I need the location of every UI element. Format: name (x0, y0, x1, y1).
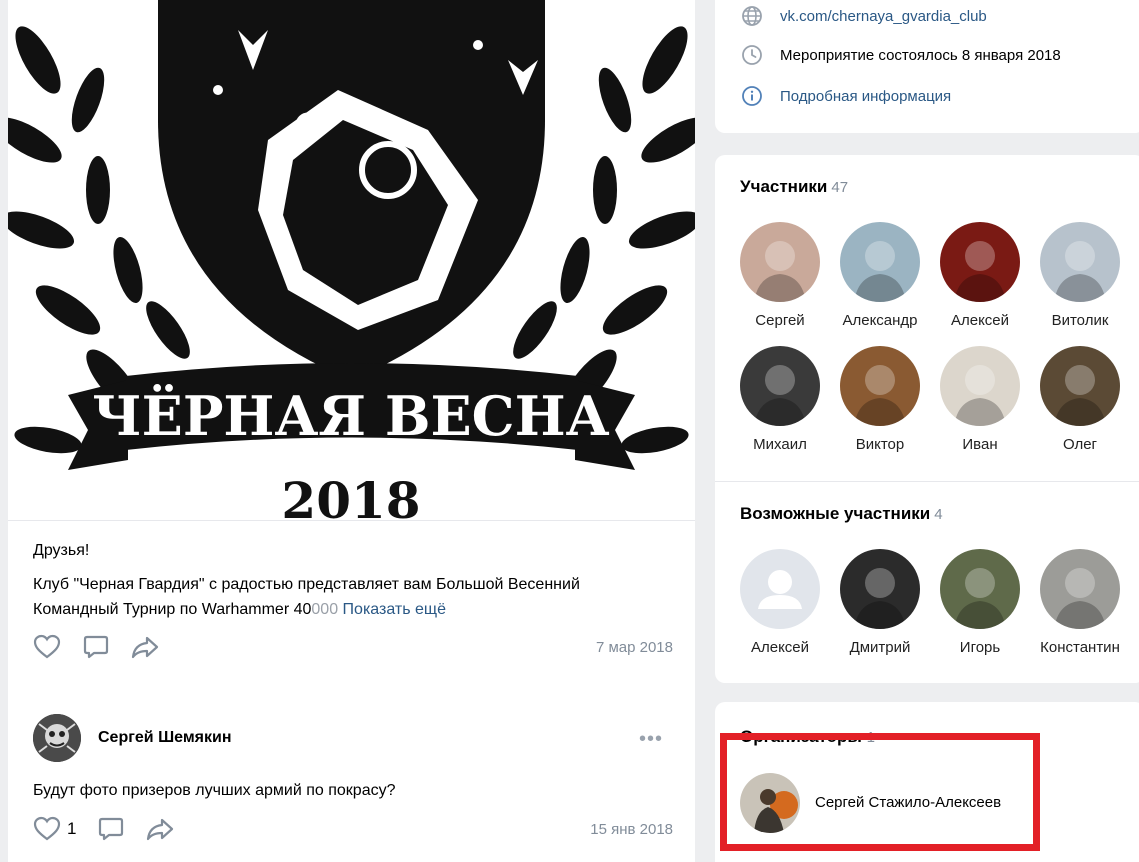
event-info-card: vk.com/chernaya_gvardia_club Мероприятие… (715, 0, 1139, 133)
member-avatar[interactable] (1040, 222, 1120, 302)
member-avatar[interactable] (940, 346, 1020, 426)
comment-icon (99, 817, 124, 841)
member-name: Сергей (755, 312, 805, 329)
member-item[interactable]: Михаил (730, 346, 830, 453)
post-text-line: Командный Турнир по Warhammer 40000 Пока… (33, 597, 673, 622)
info-row-link: vk.com/chernaya_gvardia_club (740, 4, 987, 28)
member-name: Виктор (855, 436, 905, 453)
share-icon (147, 818, 174, 841)
member-name: Иван (962, 436, 998, 453)
info-row-details: Подробная информация (740, 84, 951, 108)
possible-member-item[interactable]: Алексей (730, 549, 830, 656)
cover-title-text: ЧЁРНАЯ ВЕСНА (92, 383, 609, 448)
post-cover-image[interactable]: ЧЁРНАЯ ВЕСНА 2018 (8, 0, 695, 521)
like-count: 1 (67, 819, 77, 838)
post-text-line: Клуб "Черная Гвардия" с радостью предста… (33, 576, 580, 593)
possible-member-name: Игорь (959, 639, 1001, 656)
member-avatar[interactable] (840, 222, 920, 302)
possible-member-item[interactable]: Дмитрий (830, 549, 930, 656)
heart-icon (33, 816, 61, 841)
comment-like-button[interactable]: 1 (33, 816, 76, 842)
member-item[interactable]: Алексей (930, 222, 1030, 329)
info-row-date: Мероприятие состоялось 8 января 2018 (740, 43, 1061, 67)
organizer-name[interactable]: Сергей Стажило-Алексеев (815, 794, 1001, 811)
post-text-truncated: Командный Турнир по Warhammer 40 (33, 601, 312, 618)
possible-members-count: 4 (934, 506, 943, 523)
organizers-title: Организаторы 1 (740, 727, 875, 747)
post-text: Друзья! Клуб "Черная Гвардия" с радостью… (33, 538, 673, 622)
post-date[interactable]: 7 мар 2018 (596, 639, 673, 656)
details-link[interactable]: Подробная информация (780, 88, 951, 105)
heart-icon (33, 634, 61, 659)
possible-member-avatar[interactable] (1040, 549, 1120, 629)
comment-text: Будут фото призеров лучших армий по покр… (33, 782, 396, 799)
post-actions: 7 мар 2018 (33, 632, 673, 662)
member-item[interactable]: Сергей (730, 222, 830, 329)
comment-author-avatar[interactable] (33, 714, 81, 762)
organizer-avatar[interactable] (740, 773, 800, 833)
event-status: Мероприятие состоялось 8 января 2018 (780, 46, 1061, 64)
members-title[interactable]: Участники 47 (740, 177, 848, 197)
possible-member-name: Дмитрий (849, 639, 911, 656)
member-item[interactable]: Александр (830, 222, 930, 329)
member-item[interactable]: Иван (930, 346, 1030, 453)
like-button[interactable] (33, 634, 61, 660)
more-options-icon[interactable]: ••• (639, 728, 663, 751)
possible-member-name: Константин (1040, 639, 1120, 656)
member-name: Алексей (950, 312, 1010, 329)
member-avatar[interactable] (840, 346, 920, 426)
possible-members-title[interactable]: Возможные участники 4 (740, 504, 943, 524)
globe-icon (740, 4, 764, 28)
members-card: Участники 47 Сергей Александр Алексей Витоли… (715, 155, 1139, 683)
post-text-fade: 000 (311, 601, 339, 618)
member-item[interactable]: Виктор (830, 346, 930, 453)
possible-member-avatar[interactable] (840, 549, 920, 629)
possible-member-avatar[interactable] (940, 549, 1020, 629)
cover-year-text: 2018 (281, 471, 420, 521)
member-name: Олег (1062, 436, 1098, 453)
share-button[interactable] (131, 634, 159, 660)
possible-member-item[interactable]: Игорь (930, 549, 1030, 656)
members-count: 47 (831, 179, 849, 196)
organizers-title-label: Организаторы (740, 727, 862, 746)
member-avatar[interactable] (740, 346, 820, 426)
members-title-label: Участники (740, 177, 828, 196)
group-link[interactable]: vk.com/chernaya_gvardia_club (780, 8, 987, 25)
comment-button[interactable] (83, 634, 109, 660)
share-icon (131, 636, 159, 659)
member-name: Михаил (753, 436, 807, 453)
member-avatar[interactable] (1040, 346, 1120, 426)
possible-member-item[interactable]: Константин (1030, 549, 1130, 656)
show-more-link[interactable]: Показать ещё (343, 601, 446, 618)
section-divider (715, 481, 1139, 482)
possible-members-title-label: Возможные участники (740, 504, 931, 523)
member-name: Александр (842, 312, 918, 329)
possible-member-name: Алексей (750, 639, 810, 656)
comment-author-name[interactable]: Сергей Шемякин (98, 729, 232, 747)
comment-actions: 1 15 янв 2018 (33, 814, 673, 844)
member-name: Витолик (1051, 312, 1109, 329)
comment-reply-button[interactable] (98, 816, 124, 842)
comment-date[interactable]: 15 янв 2018 (590, 821, 673, 838)
possible-member-avatar[interactable] (740, 549, 820, 629)
clock-icon (740, 43, 764, 67)
info-icon (740, 84, 764, 108)
post-card: ЧЁРНАЯ ВЕСНА 2018 Друзья! Клуб "Черная Г… (8, 0, 695, 862)
member-item[interactable]: Витолик (1030, 222, 1130, 329)
member-avatar[interactable] (940, 222, 1020, 302)
post-text-line: Друзья! (33, 542, 90, 559)
comment-share-button[interactable] (146, 816, 174, 842)
member-item[interactable]: Олег (1030, 346, 1130, 453)
comment-icon (83, 635, 109, 659)
organizers-card: Организаторы 1 Сергей Стажило-Алексеев (715, 702, 1139, 862)
organizers-count: 1 (866, 729, 876, 746)
member-avatar[interactable] (740, 222, 820, 302)
